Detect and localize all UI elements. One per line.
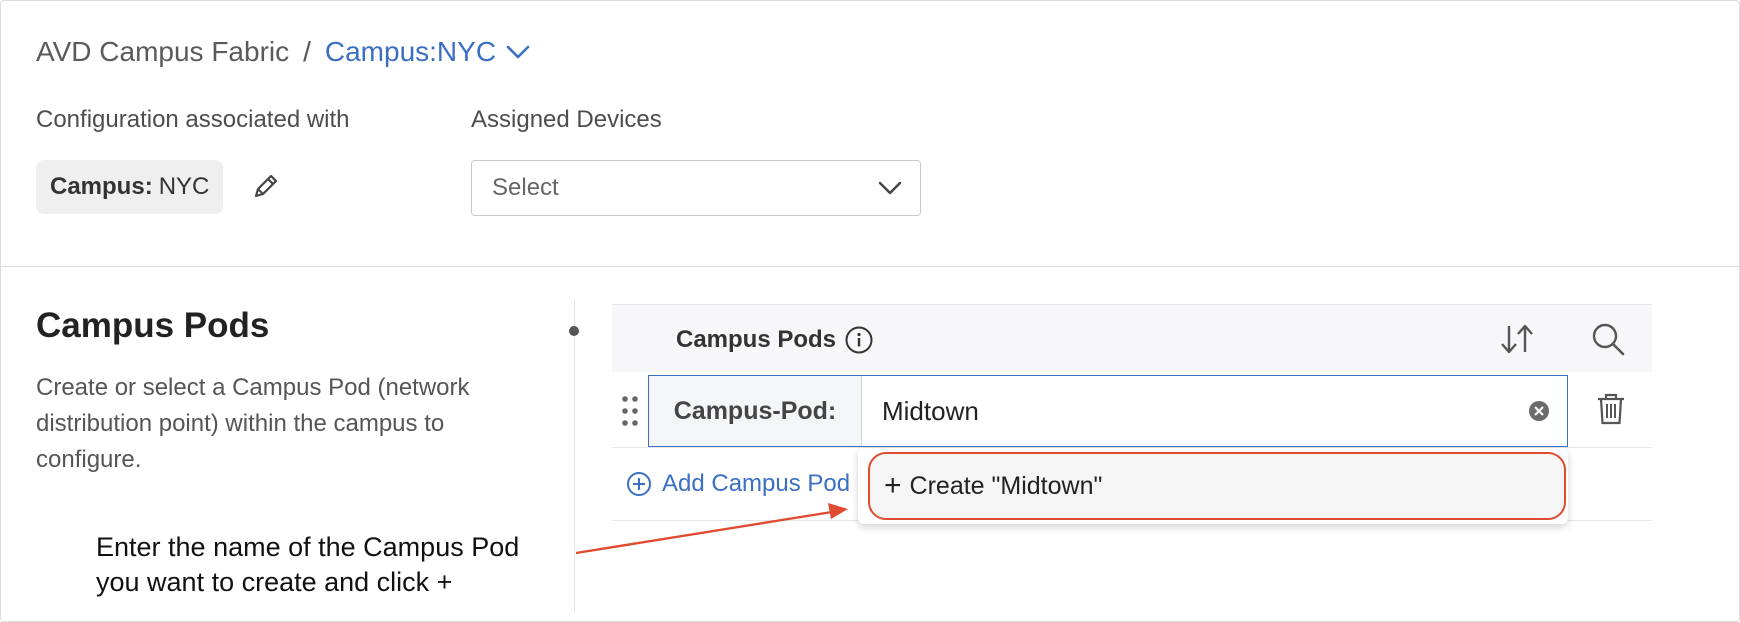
devices-select[interactable]: Select [471, 160, 921, 216]
create-option-label: Create "Midtown" [909, 471, 1103, 500]
table-header-label: Campus Pods [676, 325, 874, 355]
chip-key: Campus: [50, 173, 153, 200]
config-label: Configuration associated with [36, 106, 350, 133]
breadcrumb-root[interactable]: AVD Campus Fabric [36, 36, 289, 68]
create-option[interactable]: + Create "Midtown" [868, 452, 1566, 520]
campus-pod-input[interactable]: Midtown [862, 376, 1567, 446]
add-campus-pod-button[interactable]: Add Campus Pod [626, 470, 850, 498]
search-icon[interactable] [1590, 321, 1626, 357]
pencil-icon[interactable] [250, 170, 282, 202]
campus-pod-field[interactable]: Campus-Pod: Midtown [648, 375, 1568, 447]
plus-icon: + [884, 469, 902, 502]
table-header-text: Campus Pods [676, 326, 837, 353]
chevron-down-icon [506, 45, 530, 59]
breadcrumb-current-label: Campus:NYC [324, 36, 497, 67]
section-divider [0, 266, 1740, 267]
breadcrumb: AVD Campus Fabric / Campus:NYC [36, 36, 530, 68]
annotation-line-1: Enter the name of the Campus Pod [96, 532, 520, 562]
chip-value: NYC [158, 173, 210, 200]
campus-pod-input-value: Midtown [882, 395, 979, 426]
annotation-line-2: you want to create and click + [96, 567, 453, 597]
info-icon[interactable] [844, 325, 874, 355]
devices-select-value: Select [492, 174, 559, 201]
section-title: Campus Pods [36, 306, 270, 345]
breadcrumb-separator: / [303, 36, 311, 67]
drag-handle-icon[interactable] [620, 394, 640, 430]
trash-icon[interactable] [1596, 392, 1626, 426]
add-circle-icon [627, 472, 651, 496]
table-header: Campus Pods [612, 304, 1652, 372]
annotation-callout: Enter the name of the Campus Pod you wan… [96, 530, 519, 600]
vertical-divider [574, 300, 575, 612]
campus-chip: Campus: NYC [36, 160, 224, 214]
devices-label: Assigned Devices [471, 106, 662, 133]
divider-dot [569, 326, 579, 336]
breadcrumb-current[interactable]: Campus:NYC [325, 36, 530, 68]
add-campus-pod-label: Add Campus Pod [662, 470, 851, 497]
sort-icon[interactable] [1498, 321, 1536, 357]
clear-icon[interactable] [1527, 399, 1551, 423]
campus-pod-prefix: Campus-Pod: [649, 376, 862, 446]
section-description: Create or select a Campus Pod (network d… [36, 374, 470, 473]
chevron-down-icon [878, 181, 902, 195]
